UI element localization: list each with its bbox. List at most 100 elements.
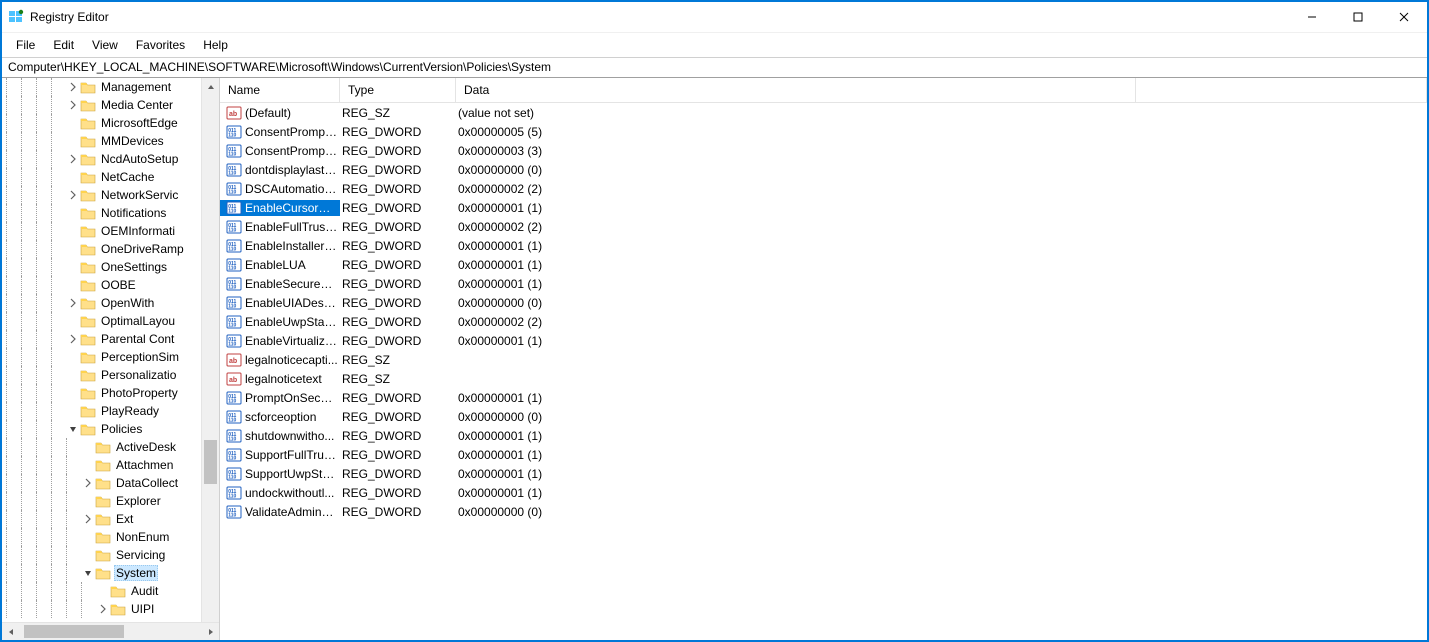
tree-item[interactable]: OneSettings <box>2 258 219 276</box>
chevron-right-icon[interactable] <box>66 296 80 310</box>
tree-item[interactable]: Ext <box>2 510 219 528</box>
tree-item[interactable]: DataCollect <box>2 474 219 492</box>
value-name-label: ValidateAdminC... <box>245 505 338 519</box>
menu-favorites[interactable]: Favorites <box>128 36 193 54</box>
tree-item[interactable]: PhotoProperty <box>2 384 219 402</box>
value-row[interactable]: SupportUwpStar...REG_DWORD0x00000001 (1) <box>220 464 1427 483</box>
value-data-cell: 0x00000002 (2) <box>456 182 1427 196</box>
value-data-cell: 0x00000000 (0) <box>456 296 1427 310</box>
minimize-button[interactable] <box>1289 2 1335 32</box>
chevron-down-icon[interactable] <box>66 422 80 436</box>
tree-item[interactable]: MicrosoftEdge <box>2 114 219 132</box>
chevron-right-icon[interactable] <box>66 98 80 112</box>
reg-dword-icon <box>226 390 242 406</box>
tree-item[interactable]: OneDriveRamp <box>2 240 219 258</box>
tree-item[interactable]: NcdAutoSetup <box>2 150 219 168</box>
tree-item[interactable]: NonEnum <box>2 528 219 546</box>
tree-vertical-scrollbar[interactable] <box>201 78 219 622</box>
column-header-type[interactable]: Type <box>340 78 456 102</box>
column-header-name[interactable]: Name <box>220 78 340 102</box>
value-row[interactable]: EnableUIADeskt...REG_DWORD0x00000000 (0) <box>220 293 1427 312</box>
menu-edit[interactable]: Edit <box>45 36 82 54</box>
tree-item[interactable]: PlayReady <box>2 402 219 420</box>
chevron-right-icon[interactable] <box>66 152 80 166</box>
scroll-left-button[interactable] <box>2 623 19 640</box>
tree-item-label: Media Center <box>99 98 175 112</box>
value-list-pane: Name Type Data (Default)REG_SZ(value not… <box>220 78 1427 640</box>
tree-item[interactable]: OEMInformati <box>2 222 219 240</box>
tree-expander-empty <box>66 404 80 418</box>
chevron-down-icon[interactable] <box>81 566 95 580</box>
value-name-label: EnableSecureUI... <box>245 277 338 291</box>
column-header-spacer[interactable] <box>1136 78 1427 102</box>
menu-view[interactable]: View <box>84 36 126 54</box>
value-row[interactable]: ConsentPrompt...REG_DWORD0x00000003 (3) <box>220 141 1427 160</box>
value-type-cell: REG_DWORD <box>340 125 456 139</box>
tree-item[interactable]: System <box>2 564 219 582</box>
tree-horizontal-scrollbar[interactable] <box>2 622 219 640</box>
tree-item[interactable]: Management <box>2 78 219 96</box>
value-type-cell: REG_DWORD <box>340 182 456 196</box>
value-row[interactable]: legalnoticecapti...REG_SZ <box>220 350 1427 369</box>
value-row[interactable]: PromptOnSecur...REG_DWORD0x00000001 (1) <box>220 388 1427 407</box>
value-row[interactable]: EnableLUAREG_DWORD0x00000001 (1) <box>220 255 1427 274</box>
value-row[interactable]: EnableInstallerD...REG_DWORD0x00000001 (… <box>220 236 1427 255</box>
value-row[interactable]: ValidateAdminC...REG_DWORD0x00000000 (0) <box>220 502 1427 521</box>
chevron-right-icon[interactable] <box>66 332 80 346</box>
tree-horizontal-scroll-thumb[interactable] <box>24 625 124 638</box>
tree-item[interactable]: Attachmen <box>2 456 219 474</box>
reg-sz-icon <box>226 352 242 368</box>
value-row[interactable]: ConsentPrompt...REG_DWORD0x00000005 (5) <box>220 122 1427 141</box>
titlebar[interactable]: Registry Editor <box>2 2 1427 32</box>
tree-item[interactable]: Servicing <box>2 546 219 564</box>
scroll-right-button[interactable] <box>202 623 219 640</box>
tree-item-label: OneSettings <box>99 260 169 274</box>
address-bar[interactable]: Computer\HKEY_LOCAL_MACHINE\SOFTWARE\Mic… <box>2 57 1427 78</box>
value-row[interactable]: EnableUwpStart...REG_DWORD0x00000002 (2) <box>220 312 1427 331</box>
tree-item[interactable]: ActiveDesk <box>2 438 219 456</box>
tree-item[interactable]: PerceptionSim <box>2 348 219 366</box>
value-data-cell: 0x00000001 (1) <box>456 429 1427 443</box>
chevron-right-icon[interactable] <box>96 602 110 616</box>
tree-item[interactable]: Media Center <box>2 96 219 114</box>
maximize-button[interactable] <box>1335 2 1381 32</box>
value-row[interactable]: EnableCursorSu...REG_DWORD0x00000001 (1) <box>220 198 1427 217</box>
tree-item[interactable]: OpenWith <box>2 294 219 312</box>
value-row[interactable]: shutdownwitho...REG_DWORD0x00000001 (1) <box>220 426 1427 445</box>
menu-help[interactable]: Help <box>195 36 236 54</box>
menu-file[interactable]: File <box>8 36 43 54</box>
tree-item[interactable]: Explorer <box>2 492 219 510</box>
tree-item[interactable]: Personalizatio <box>2 366 219 384</box>
value-row[interactable]: undockwithoutl...REG_DWORD0x00000001 (1) <box>220 483 1427 502</box>
tree-item[interactable]: Parental Cont <box>2 330 219 348</box>
value-row[interactable]: legalnoticetextREG_SZ <box>220 369 1427 388</box>
chevron-right-icon[interactable] <box>66 188 80 202</box>
tree-item[interactable]: MMDevices <box>2 132 219 150</box>
value-row[interactable]: scforceoptionREG_DWORD0x00000000 (0) <box>220 407 1427 426</box>
value-name-cell: scforceoption <box>220 409 340 425</box>
tree-vertical-scroll-thumb[interactable] <box>204 440 217 484</box>
tree-item[interactable]: Audit <box>2 582 219 600</box>
tree-item[interactable]: NetworkServic <box>2 186 219 204</box>
value-row[interactable]: EnableFullTrustS...REG_DWORD0x00000002 (… <box>220 217 1427 236</box>
tree-item[interactable]: OOBE <box>2 276 219 294</box>
chevron-right-icon[interactable] <box>66 80 80 94</box>
column-header-data[interactable]: Data <box>456 78 1136 102</box>
tree-item[interactable]: NetCache <box>2 168 219 186</box>
tree-item[interactable]: Policies <box>2 420 219 438</box>
scroll-up-button[interactable] <box>202 78 219 95</box>
value-row[interactable]: EnableVirtualizat...REG_DWORD0x00000001 … <box>220 331 1427 350</box>
close-button[interactable] <box>1381 2 1427 32</box>
chevron-right-icon[interactable] <box>81 512 95 526</box>
value-row[interactable]: SupportFullTrust...REG_DWORD0x00000001 (… <box>220 445 1427 464</box>
tree-item[interactable]: Notifications <box>2 204 219 222</box>
value-row[interactable]: DSCAutomation...REG_DWORD0x00000002 (2) <box>220 179 1427 198</box>
chevron-right-icon[interactable] <box>81 476 95 490</box>
tree-expander-empty <box>66 368 80 382</box>
tree-item[interactable]: OptimalLayou <box>2 312 219 330</box>
value-row[interactable]: EnableSecureUI...REG_DWORD0x00000001 (1) <box>220 274 1427 293</box>
value-row[interactable]: dontdisplaylastu...REG_DWORD0x00000000 (… <box>220 160 1427 179</box>
value-name-label: DSCAutomation... <box>245 182 338 196</box>
tree-item[interactable]: UIPI <box>2 600 219 618</box>
value-row[interactable]: (Default)REG_SZ(value not set) <box>220 103 1427 122</box>
